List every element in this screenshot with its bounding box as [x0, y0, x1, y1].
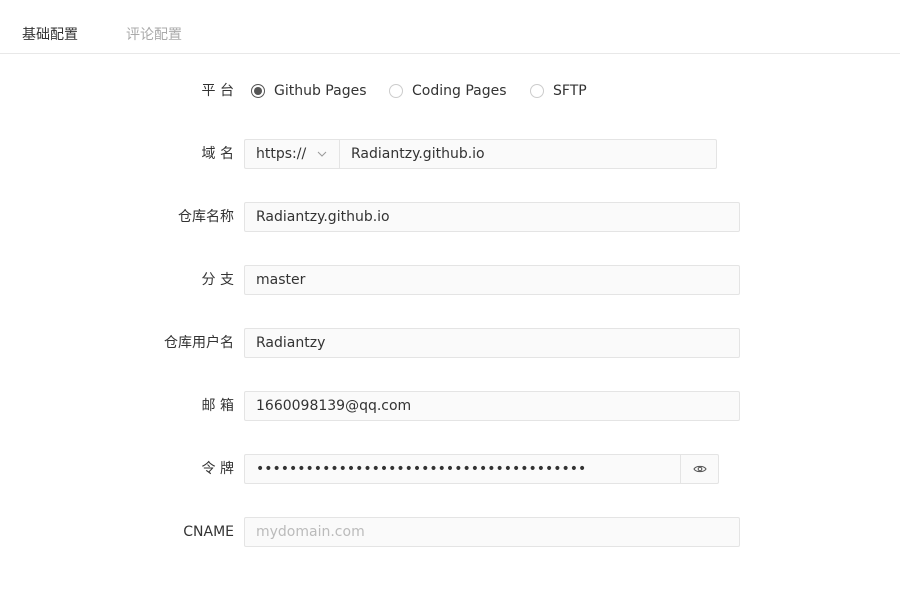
protocol-value: https://	[256, 146, 307, 162]
cname-row: CNAME	[0, 517, 900, 547]
chevron-down-icon	[317, 151, 327, 157]
domain-label: 域 名	[201, 146, 234, 162]
radio-label: Coding Pages	[412, 83, 507, 99]
radio-coding-pages[interactable]: Coding Pages	[389, 76, 507, 106]
email-input[interactable]	[244, 391, 740, 421]
domain-row: 域 名 https://	[0, 139, 900, 169]
radio-label: SFTP	[553, 83, 587, 99]
radio-checked-icon	[251, 84, 265, 98]
platform-row: 平 台 Github Pages Coding Pages SFTP	[0, 76, 900, 106]
repo-row: 仓库名称	[0, 202, 900, 232]
radio-unchecked-icon	[389, 84, 403, 98]
platform-label: 平 台	[201, 83, 234, 99]
cname-label: CNAME	[183, 524, 234, 540]
branch-row: 分 支	[0, 265, 900, 295]
branch-input[interactable]	[244, 265, 740, 295]
token-input[interactable]: ••••••••••••••••••••••••••••••••••••••••	[244, 454, 680, 484]
eye-icon	[692, 465, 707, 473]
domain-input[interactable]	[339, 139, 717, 169]
radio-github-pages[interactable]: Github Pages	[251, 76, 367, 106]
tab-basic-config[interactable]: 基础配置	[22, 24, 78, 44]
email-row: 邮 箱	[0, 391, 900, 421]
tab-bar: 基础配置 评论配置	[0, 0, 900, 54]
radio-unchecked-icon	[530, 84, 544, 98]
toggle-visibility-button[interactable]	[680, 454, 719, 484]
radio-label: Github Pages	[274, 83, 367, 99]
cname-input[interactable]	[244, 517, 740, 547]
protocol-select[interactable]: https://	[244, 139, 339, 169]
token-row: 令 牌 ••••••••••••••••••••••••••••••••••••…	[0, 454, 900, 484]
token-label: 令 牌	[201, 461, 234, 477]
tab-comment-config[interactable]: 评论配置	[126, 24, 182, 44]
email-label: 邮 箱	[201, 398, 234, 414]
radio-sftp[interactable]: SFTP	[530, 76, 587, 106]
username-label: 仓库用户名	[164, 335, 234, 351]
username-row: 仓库用户名	[0, 328, 900, 358]
username-input[interactable]	[244, 328, 740, 358]
branch-label: 分 支	[201, 272, 234, 288]
repo-label: 仓库名称	[178, 209, 234, 225]
repo-name-input[interactable]	[244, 202, 740, 232]
